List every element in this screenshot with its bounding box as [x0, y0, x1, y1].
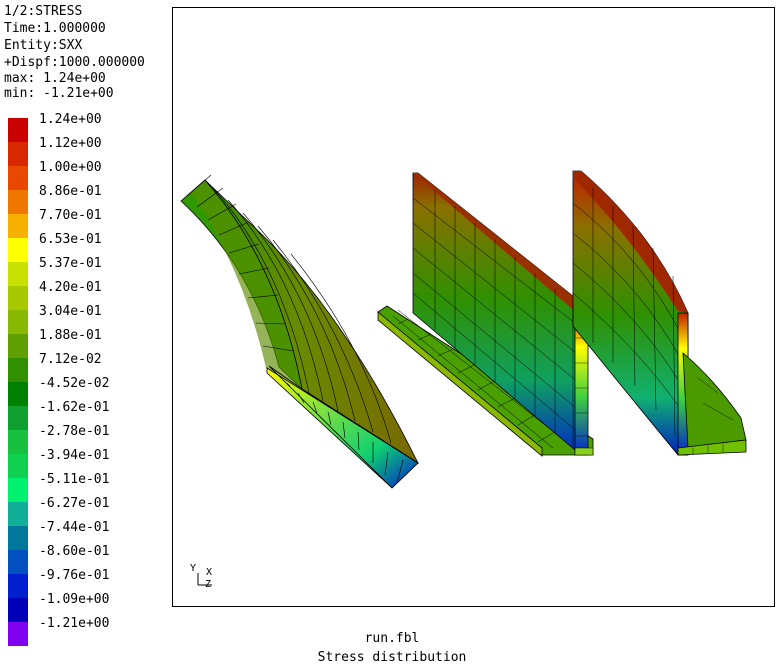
legend-label: 4.20e-01 [39, 280, 102, 295]
legend-label: -2.78e-01 [39, 424, 110, 439]
legend-swatch [8, 406, 28, 430]
header-line-dispf: +Dispf:1000.000000 [4, 55, 145, 70]
legend-swatch [8, 190, 28, 214]
legend-swatch [8, 214, 28, 238]
legend-label: 8.86e-01 [39, 184, 102, 199]
legend-swatch [8, 454, 28, 478]
footer-caption: Stress distribution [317, 650, 467, 665]
legend-label: -6.27e-01 [39, 496, 110, 511]
legend-swatch [8, 118, 28, 142]
legend-label: 1.24e+00 [39, 112, 102, 127]
legend-label: -7.44e-01 [39, 520, 110, 535]
legend-swatch [8, 310, 28, 334]
legend-label: 1.00e+00 [39, 160, 102, 175]
legend-label: -9.76e-01 [39, 568, 110, 583]
axis-x-label: X [206, 567, 213, 578]
legend-label: 6.53e-01 [39, 232, 102, 247]
footer-filename: run.fbl [364, 631, 420, 646]
axis-y-label: Y [190, 563, 197, 574]
legend-swatch [8, 502, 28, 526]
axis-triad: Y X Z [186, 563, 216, 593]
legend-swatch [8, 598, 28, 622]
model-viewport[interactable] [172, 7, 775, 607]
legend-label: -5.11e-01 [39, 472, 110, 487]
legend-swatch [8, 382, 28, 406]
legend-label: -8.60e-01 [39, 544, 110, 559]
header-line-time: Time:1.000000 [4, 21, 106, 36]
legend-swatch [8, 430, 28, 454]
legend-label: 3.04e-01 [39, 304, 102, 319]
header-line-entity: Entity:SXX [4, 38, 83, 53]
legend-label: 7.12e-02 [39, 352, 102, 367]
legend-label: 7.70e-01 [39, 208, 102, 223]
legend-label: -1.21e+00 [39, 616, 110, 631]
legend-swatch [8, 550, 28, 574]
axis-z-label: Z [205, 579, 212, 590]
legend-label: -3.94e-01 [39, 448, 110, 463]
curved-flange-part [180, 174, 419, 489]
legend-label: 5.37e-01 [39, 256, 102, 271]
legend-swatch [8, 262, 28, 286]
legend-label: 1.12e+00 [39, 136, 102, 151]
legend-label: 1.88e-01 [39, 328, 102, 343]
legend-swatch [8, 334, 28, 358]
legend-swatch [8, 286, 28, 310]
legend-label: -1.09e+00 [39, 592, 110, 607]
legend-label: -4.52e-02 [39, 376, 110, 391]
header-line-min: min: -1.21e+00 [4, 86, 114, 101]
legend-swatch [8, 238, 28, 262]
header-line-max: max: 1.24e+00 [4, 71, 106, 86]
legend-swatch [8, 478, 28, 502]
legend-swatch [8, 142, 28, 166]
channel-section-right [572, 170, 747, 456]
legend-swatch [8, 358, 28, 382]
legend-label: -1.62e-01 [39, 400, 110, 415]
legend-swatch [8, 574, 28, 598]
legend-swatch [8, 166, 28, 190]
header-line-result: 1/2:STRESS [4, 4, 83, 19]
fem-model-render [180, 170, 747, 489]
legend-swatch [8, 526, 28, 550]
